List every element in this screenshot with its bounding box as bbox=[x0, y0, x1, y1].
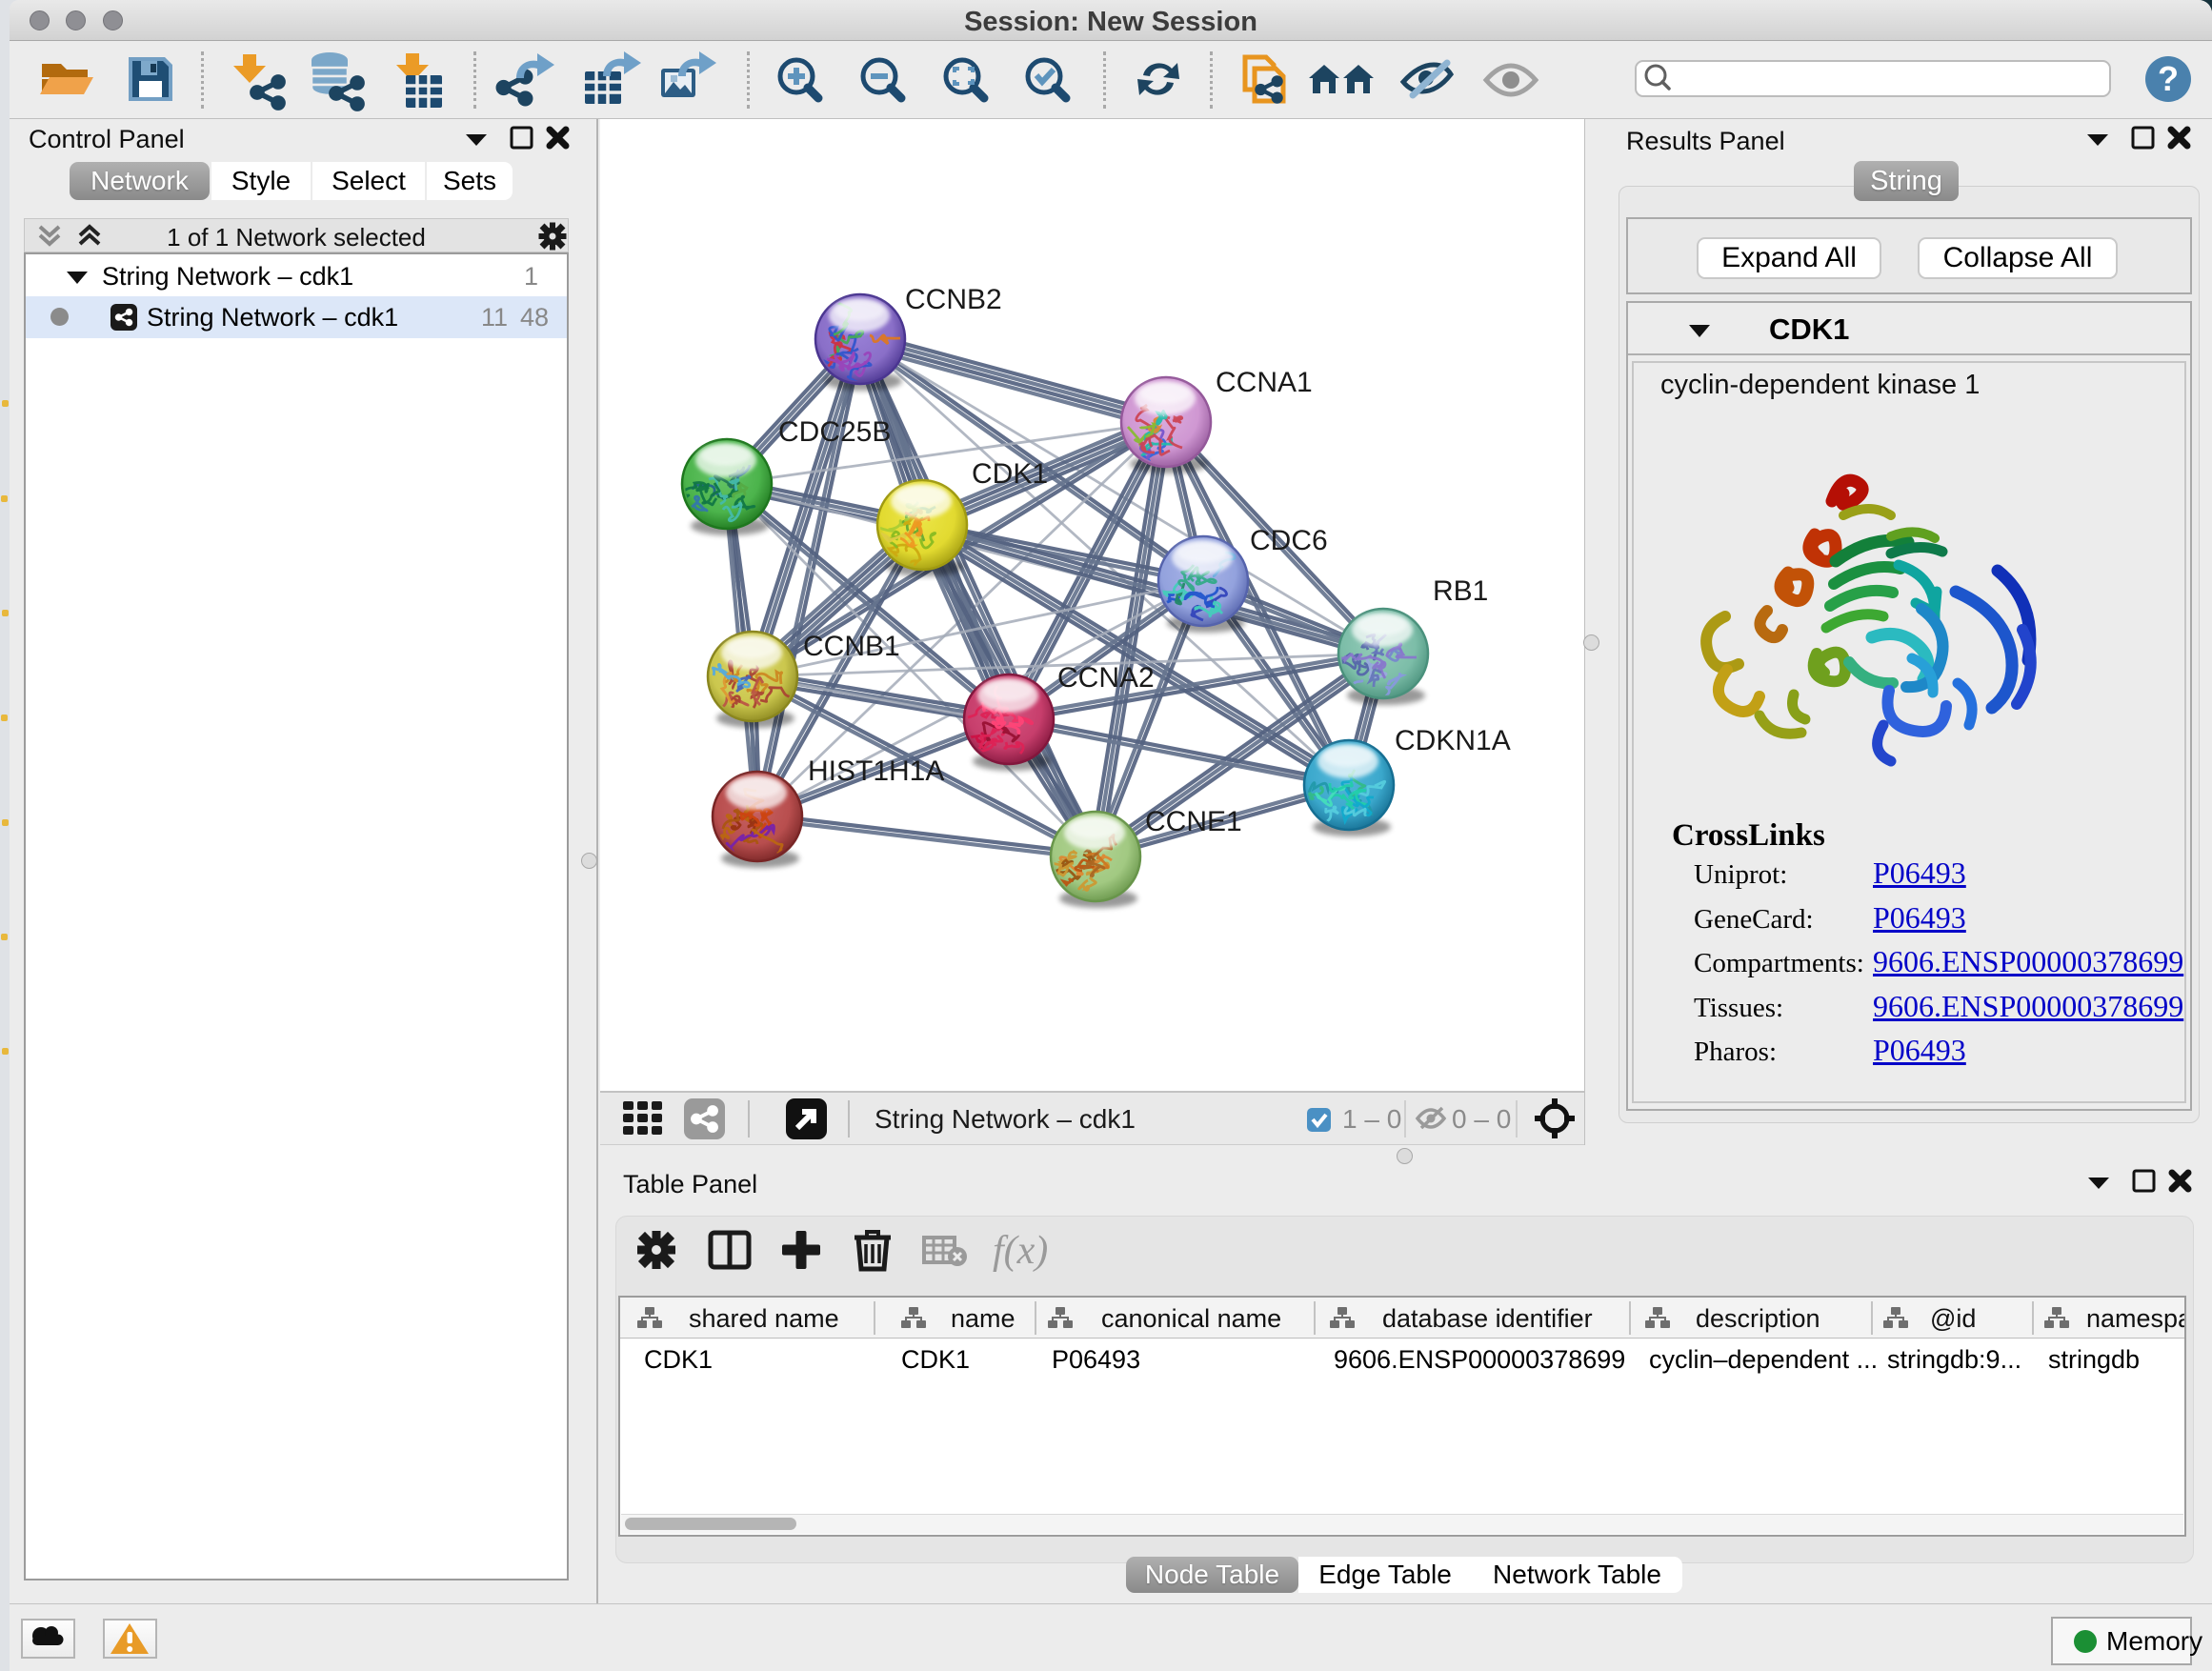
svg-text:stringdb:9...: stringdb:9... bbox=[1887, 1345, 2021, 1374]
svg-text:cyclin–dependent ...: cyclin–dependent ... bbox=[1649, 1345, 1878, 1374]
svg-text:CCNE1: CCNE1 bbox=[1145, 806, 1242, 837]
svg-text:RB1: RB1 bbox=[1433, 575, 1488, 607]
svg-text:CDK1: CDK1 bbox=[644, 1345, 713, 1374]
svg-text:9606.ENSP00000378699: 9606.ENSP00000378699 bbox=[1334, 1345, 1625, 1374]
svg-text:@id: @id bbox=[1930, 1304, 1976, 1333]
svg-text:HIST1H1A: HIST1H1A bbox=[808, 755, 944, 787]
svg-text:CDC25B: CDC25B bbox=[778, 416, 891, 448]
svg-text:P06493: P06493 bbox=[1052, 1345, 1140, 1374]
svg-text:database identifier: database identifier bbox=[1382, 1304, 1593, 1333]
svg-text:canonical name: canonical name bbox=[1101, 1304, 1281, 1333]
svg-text:CDC6: CDC6 bbox=[1250, 525, 1328, 556]
svg-text:String Network – cdk1: String Network – cdk1 bbox=[875, 1104, 1136, 1134]
svg-text:CDK1: CDK1 bbox=[972, 458, 1048, 490]
svg-text:name: name bbox=[951, 1304, 1016, 1333]
svg-text:f(x): f(x) bbox=[993, 1229, 1048, 1273]
svg-text:1 – 0: 1 – 0 bbox=[1342, 1104, 1401, 1134]
svg-text:CDK1: CDK1 bbox=[901, 1345, 970, 1374]
svg-text:CDKN1A: CDKN1A bbox=[1395, 725, 1511, 756]
svg-text:CCNA1: CCNA1 bbox=[1216, 367, 1313, 398]
svg-text:CCNB1: CCNB1 bbox=[803, 631, 900, 662]
svg-text:description: description bbox=[1696, 1304, 1820, 1333]
svg-text:?: ? bbox=[2158, 59, 2179, 98]
svg-text:CCNA2: CCNA2 bbox=[1057, 662, 1155, 694]
svg-text:CCNB2: CCNB2 bbox=[905, 284, 1002, 315]
svg-text:shared name: shared name bbox=[689, 1304, 839, 1333]
svg-text:stringdb: stringdb bbox=[2048, 1345, 2140, 1374]
svg-text:namespac: namespac bbox=[2086, 1304, 2184, 1333]
svg-text:0 – 0: 0 – 0 bbox=[1452, 1104, 1511, 1134]
